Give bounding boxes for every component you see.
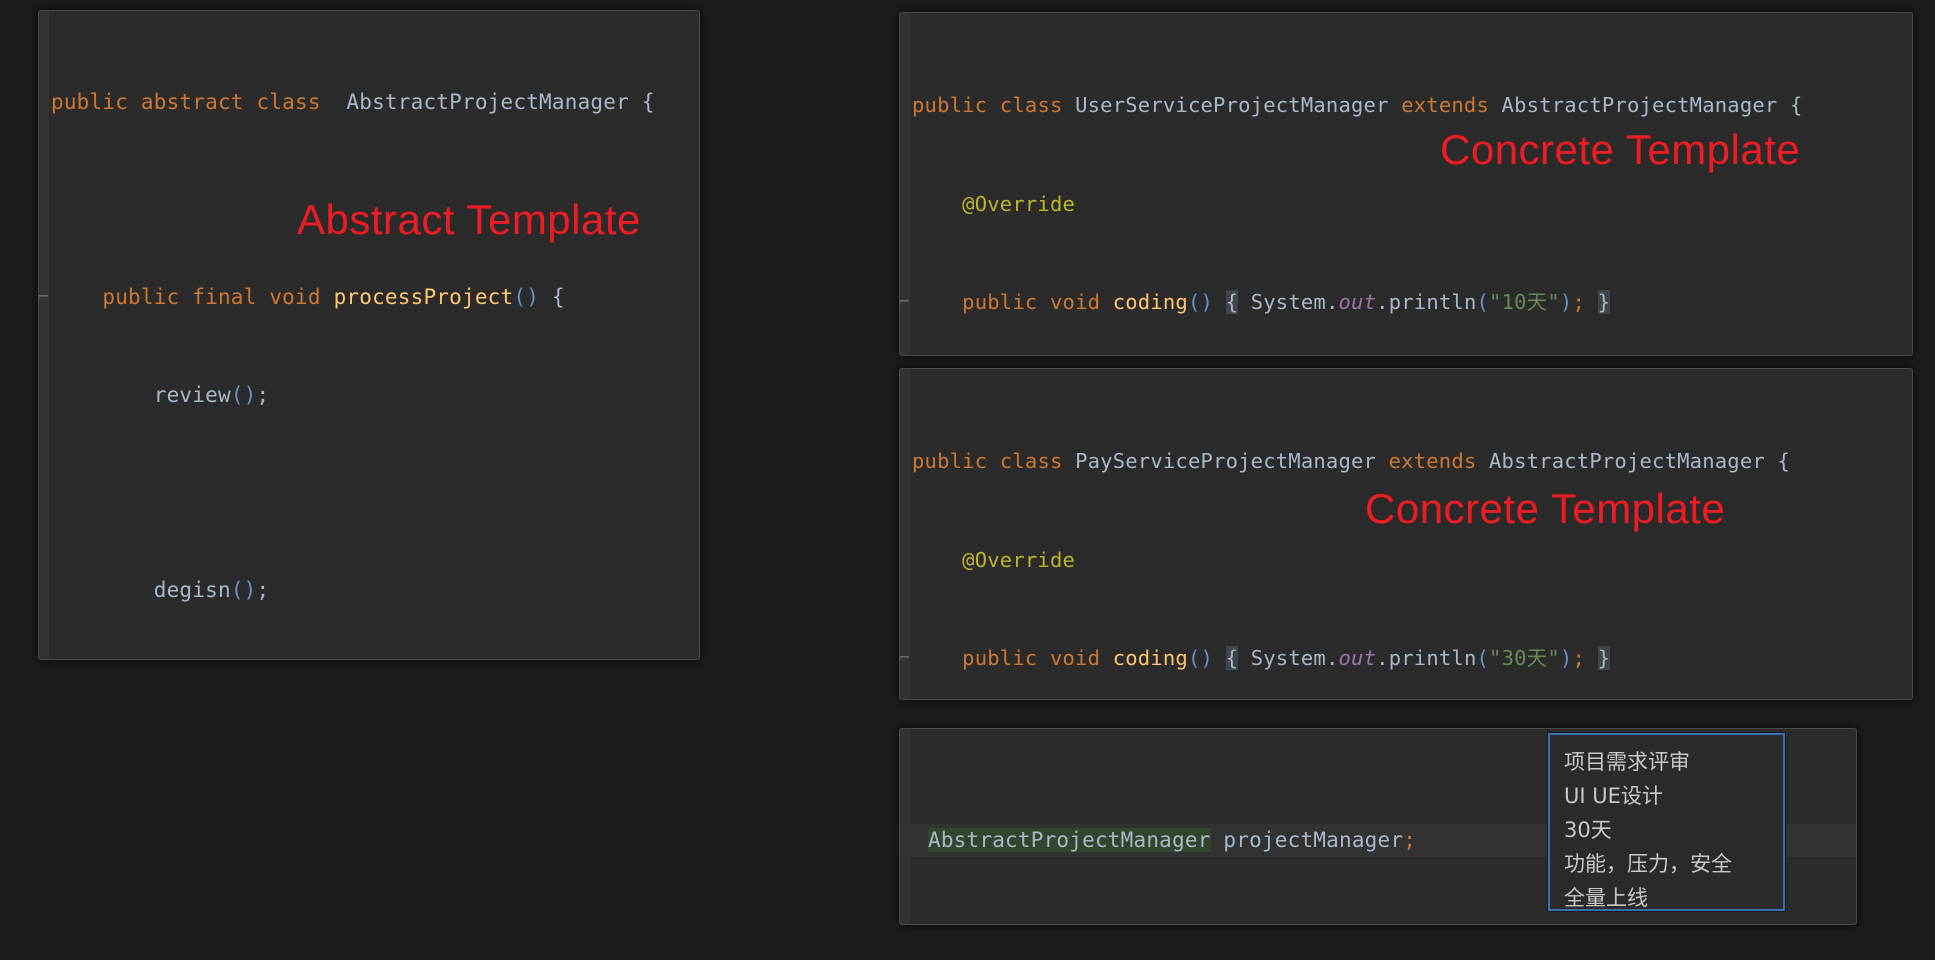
code-line: @Override xyxy=(962,547,1076,572)
code-line: public class PayServiceProjectManager ex… xyxy=(912,449,1791,473)
highlighted-type: AbstractProjectManager xyxy=(928,828,1211,852)
code-fold-marker[interactable]: ⌐ xyxy=(900,642,910,675)
code-line: ⌐ public final void processProject() { xyxy=(39,281,699,314)
abstract-class-code[interactable]: public abstract class AbstractProjectMan… xyxy=(39,11,699,659)
user-service-class-panel[interactable]: public class UserServiceProjectManager e… xyxy=(899,12,1913,356)
code-line: projectManager = new PayServiceProjectMa… xyxy=(900,922,1856,925)
console-line: 30天 xyxy=(1564,818,1612,842)
pay-service-class-panel[interactable]: public class PayServiceProjectManager ex… xyxy=(899,368,1913,700)
code-line: public abstract class AbstractProjectMan… xyxy=(51,90,655,114)
console-line: 全量上线 xyxy=(1564,886,1648,910)
console-line: UI UE设计 xyxy=(1564,784,1663,808)
code-fold-marker[interactable]: ⌐ xyxy=(39,281,49,314)
code-fold-marker[interactable]: ⌐ xyxy=(900,286,910,319)
annotation-concrete-template-2: Concrete Template xyxy=(1365,485,1726,532)
code-line: ⌐ public void coding() { System.out.prin… xyxy=(900,286,1912,319)
code-line: review(); xyxy=(153,382,270,407)
console-output-popup[interactable]: 项目需求评审 UI UE设计 30天 功能，压力，安全 全量上线 xyxy=(1548,733,1785,911)
pay-service-class-code[interactable]: public class PayServiceProjectManager ex… xyxy=(900,369,1912,699)
console-line: 项目需求评审 xyxy=(1564,750,1690,774)
code-line: degisn(); xyxy=(153,577,270,602)
console-line: 功能，压力，安全 xyxy=(1564,852,1732,876)
user-service-class-code[interactable]: public class UserServiceProjectManager e… xyxy=(900,13,1912,355)
annotation-concrete-template-1: Concrete Template xyxy=(1440,126,1801,173)
code-line: ⌐ public void coding() { System.out.prin… xyxy=(900,642,1912,675)
code-line: public class UserServiceProjectManager e… xyxy=(912,93,1803,117)
screenshot-root: public abstract class AbstractProjectMan… xyxy=(0,0,1935,960)
abstract-class-panel[interactable]: public abstract class AbstractProjectMan… xyxy=(38,10,700,660)
code-line: @Override xyxy=(962,191,1076,216)
annotation-abstract-template: Abstract Template xyxy=(297,196,641,243)
